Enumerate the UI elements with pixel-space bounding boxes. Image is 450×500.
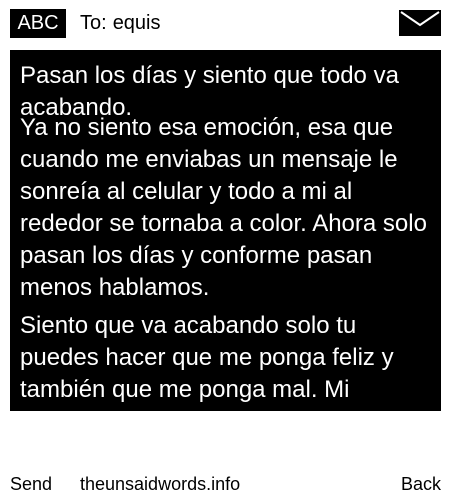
- softkey-bar: Send theunsaidwords.info Back: [0, 470, 450, 498]
- send-button[interactable]: Send: [10, 470, 52, 498]
- message-text: Pasan los días y siento que todo va acab…: [20, 60, 436, 406]
- recipient-name: equis: [112, 12, 161, 34]
- message-paragraph: Siento que va acabando solo tu puedes ha…: [20, 312, 394, 403]
- message-body[interactable]: Pasan los días y siento que todo va acab…: [10, 50, 441, 411]
- to-label: To:: [80, 12, 107, 34]
- compose-header: ABC To: equis: [0, 0, 450, 46]
- site-label: theunsaidwords.info: [80, 474, 241, 494]
- input-mode-indicator[interactable]: ABC: [10, 9, 66, 38]
- recipient-field[interactable]: To: equis: [80, 9, 161, 38]
- back-button[interactable]: Back: [401, 470, 441, 498]
- message-paragraph: Ya no siento esa emoción, esa que cuando…: [20, 114, 427, 301]
- message-paragraph: Pasan los días y siento que todo va acab…: [20, 62, 399, 121]
- envelope-icon: [399, 10, 441, 36]
